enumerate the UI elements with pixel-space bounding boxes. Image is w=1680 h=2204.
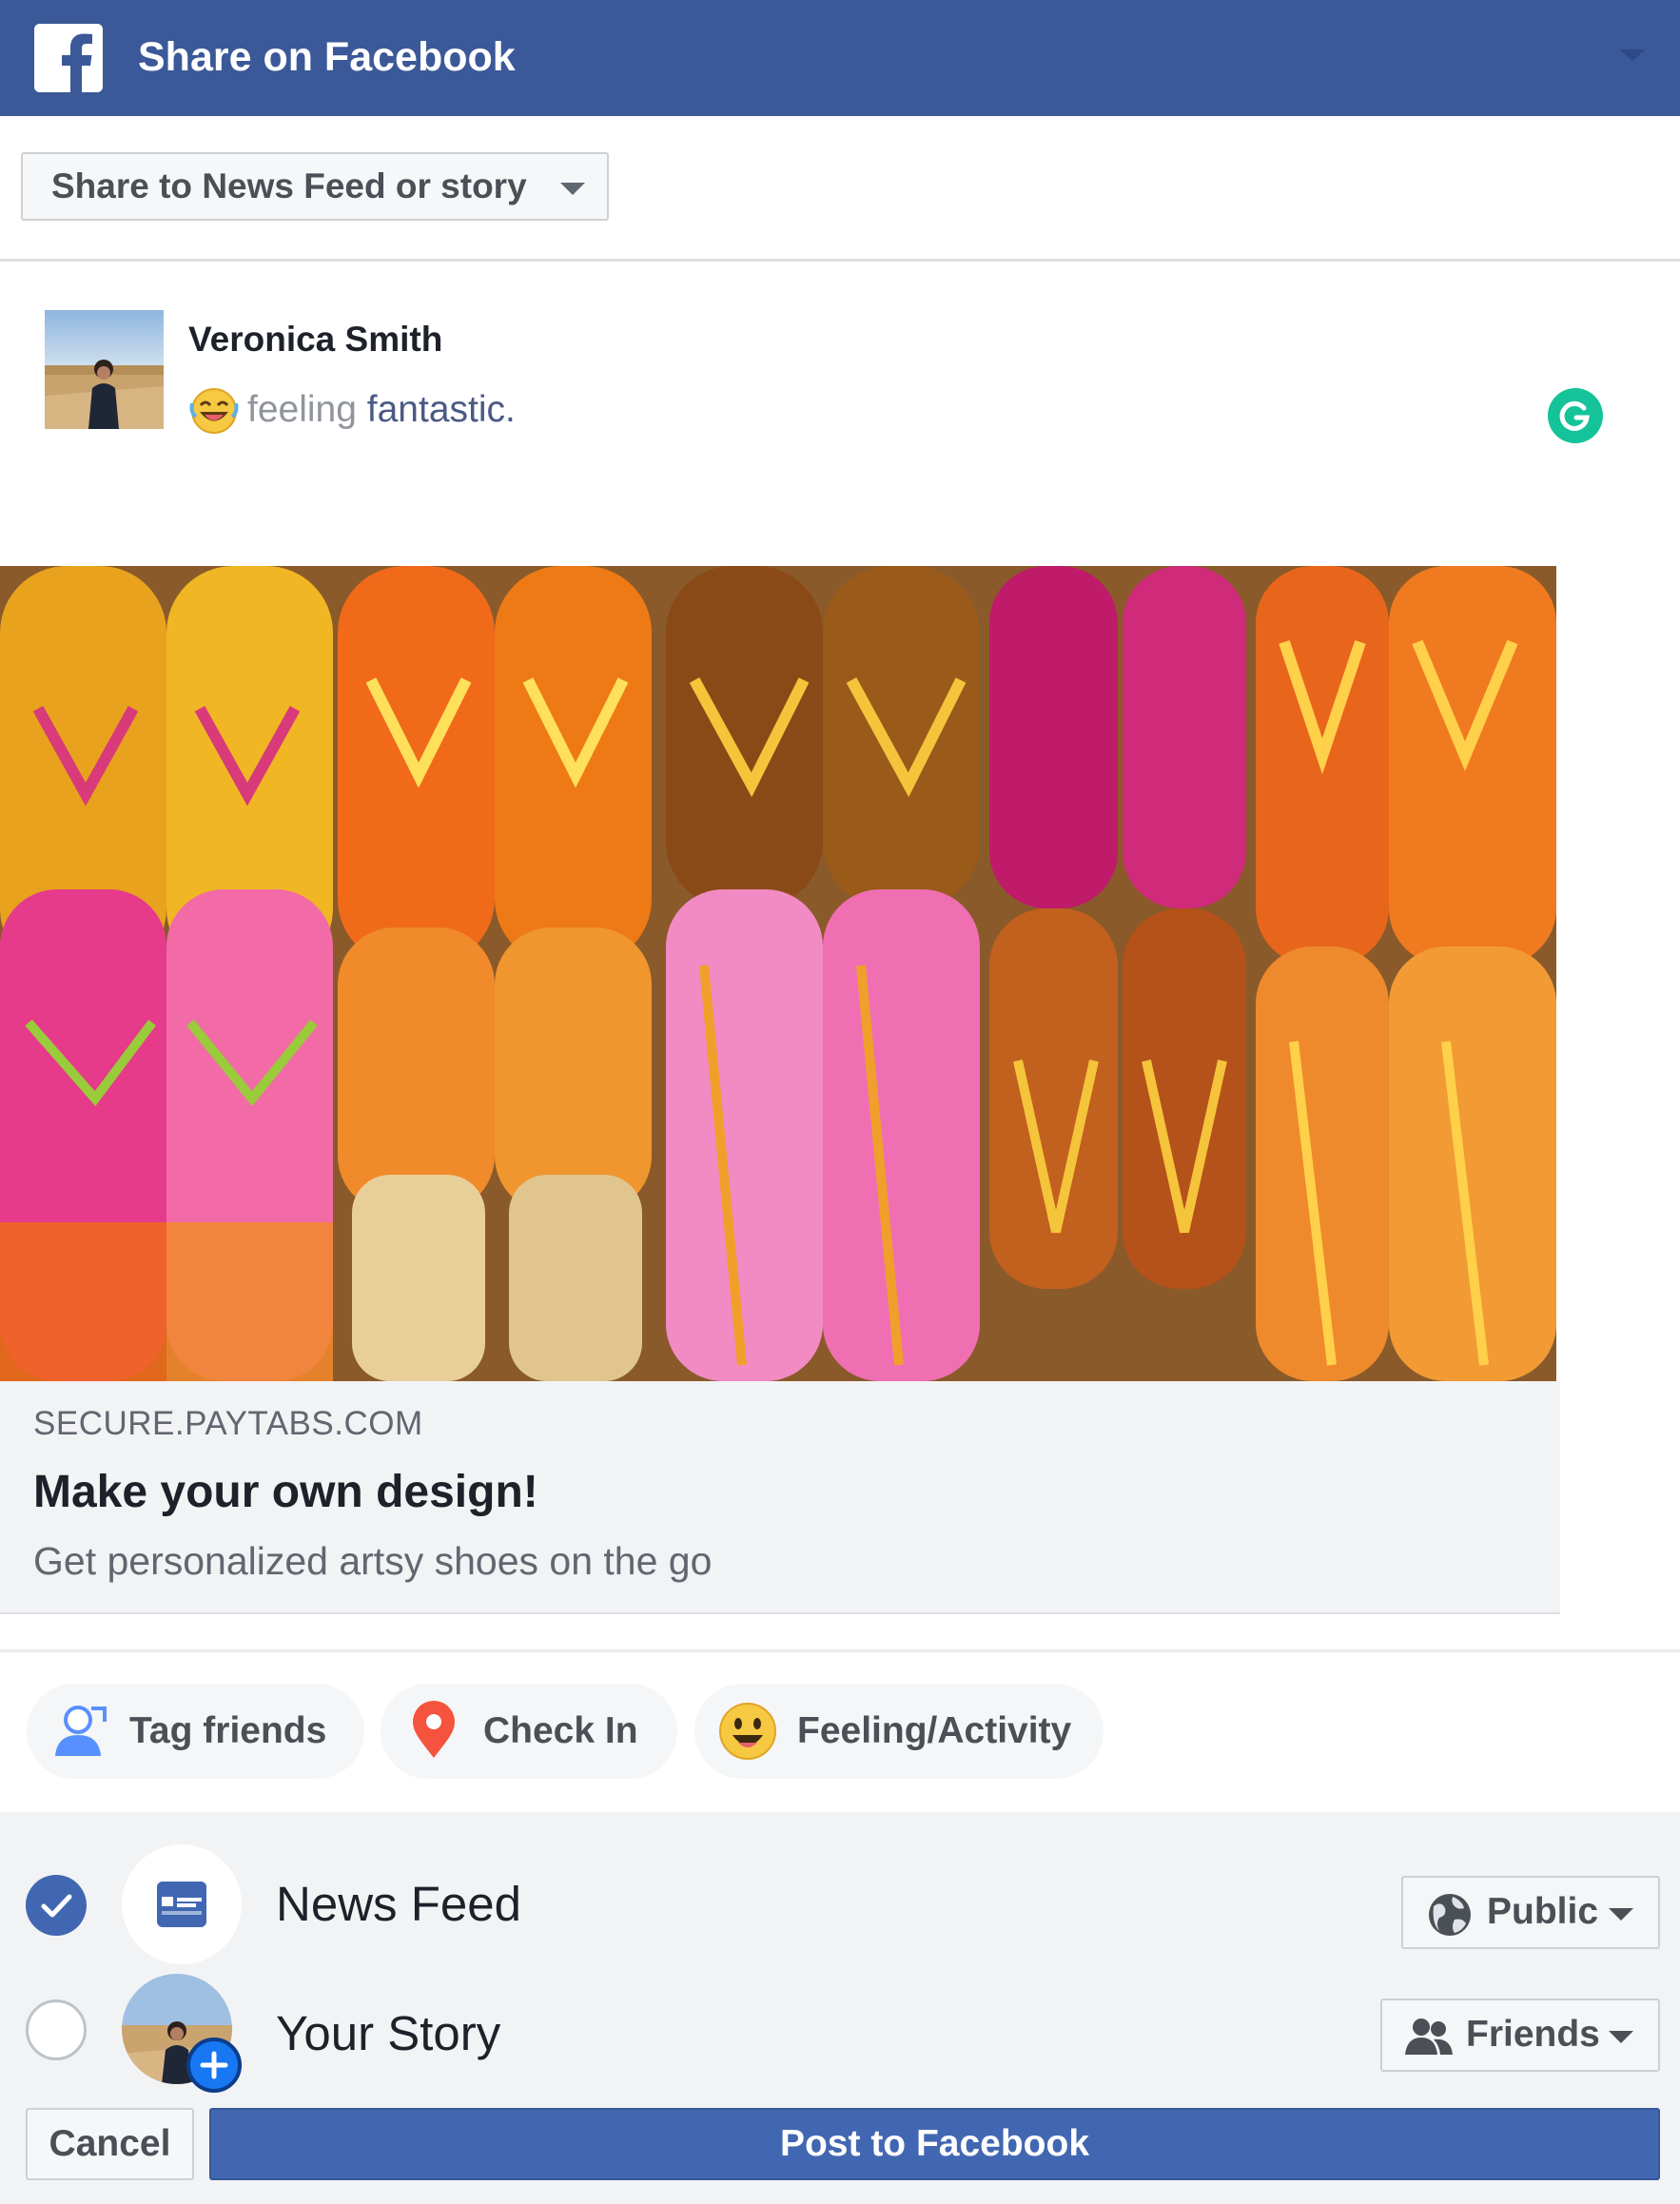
friends-icon [1405, 2019, 1453, 2055]
news-feed-checkbox[interactable] [26, 1875, 87, 1936]
privacy-public-label: Public [1487, 1891, 1599, 1932]
your-story-checkbox[interactable] [26, 1999, 87, 2060]
link-preview-caption[interactable]: SECURE.PAYTABS.COM Make your own design!… [0, 1381, 1560, 1614]
check-in-button[interactable]: Check In [381, 1684, 677, 1779]
tag-friends-button[interactable]: Tag friends [27, 1684, 364, 1779]
tag-friends-icon [55, 1706, 107, 1756]
privacy-friends-label: Friends [1466, 2014, 1600, 2055]
dialog-title: Share on Facebook [138, 34, 516, 80]
caret-down-icon [560, 183, 585, 195]
feeling-activity-button[interactable]: Feeling/Activity [694, 1684, 1104, 1779]
grammarly-icon[interactable] [1548, 388, 1603, 443]
cancel-button[interactable]: Cancel [26, 2108, 194, 2180]
news-feed-label: News Feed [276, 1877, 521, 1931]
dialog-header: Share on Facebook [0, 0, 1680, 116]
check-in-label: Check In [483, 1710, 638, 1751]
smiley-icon [719, 1703, 776, 1760]
author-avatar[interactable] [45, 310, 164, 429]
caret-down-icon [1609, 1908, 1633, 1921]
news-feed-icon-circle [122, 1844, 242, 1964]
link-title: Make your own design! [33, 1467, 538, 1517]
author-name[interactable]: Veronica Smith [188, 317, 442, 362]
share-target-label: Share to News Feed or story [51, 166, 527, 205]
share-target-dropdown[interactable]: Share to News Feed or story [21, 152, 609, 221]
post-to-facebook-button[interactable]: Post to Facebook [209, 2108, 1660, 2180]
your-story-label: Your Story [276, 2006, 501, 2060]
location-pin-icon [413, 1701, 455, 1758]
link-domain: SECURE.PAYTABS.COM [33, 1405, 423, 1442]
link-description: Get personalized artsy shoes on the go [33, 1539, 713, 1583]
feeling-activity-label: Feeling/Activity [797, 1710, 1072, 1751]
feeling-prefix: feeling [247, 389, 357, 430]
link-preview-image[interactable] [0, 566, 1556, 1381]
news-feed-icon [157, 1882, 206, 1927]
tag-friends-label: Tag friends [129, 1710, 327, 1751]
news-feed-privacy-dropdown[interactable]: Public [1401, 1876, 1660, 1949]
chevron-down-icon[interactable] [1619, 49, 1646, 61]
story-privacy-dropdown[interactable]: Friends [1380, 1999, 1660, 2072]
feeling-value[interactable]: fantastic. [367, 389, 516, 430]
share-destinations: News Feed Public Your Story Friends Canc… [0, 1812, 1680, 2204]
divider [0, 259, 1680, 262]
divider [0, 1649, 1680, 1652]
laughing-emoji-icon [189, 388, 239, 434]
facebook-logo-icon [34, 24, 103, 92]
add-story-plus-icon [186, 2038, 242, 2093]
caret-down-icon [1609, 2031, 1633, 2043]
globe-icon [1429, 1894, 1471, 1936]
